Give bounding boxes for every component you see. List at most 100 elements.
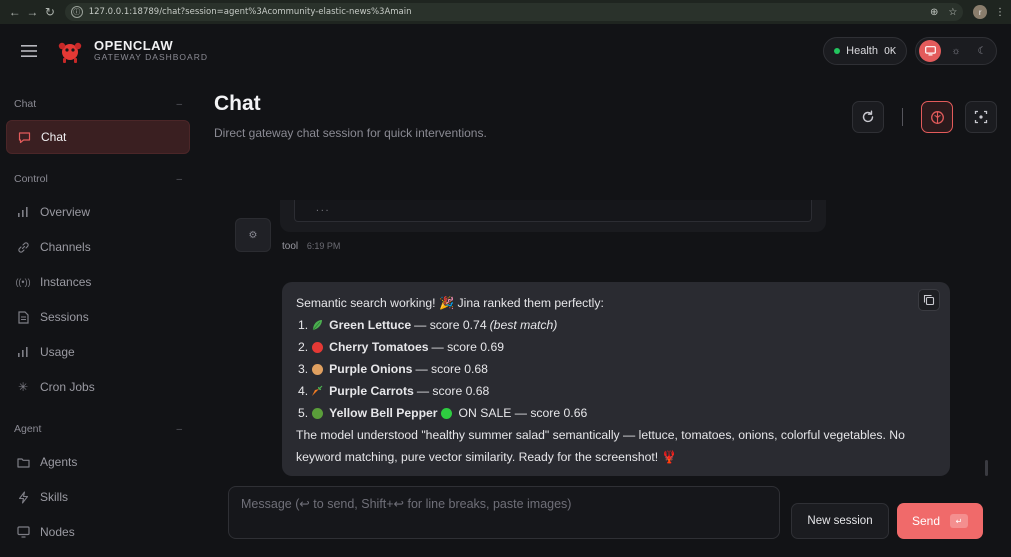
sidebar-item-skills[interactable]: Skills — [6, 480, 190, 514]
code-text: ... — [315, 204, 330, 213]
monitor-icon — [16, 525, 30, 539]
collapse-icon[interactable]: – — [176, 99, 182, 110]
health-value: OK — [883, 45, 896, 57]
tool-output-fragment: ... — [280, 200, 826, 232]
closing-text: The model understood "healthy summer sal… — [296, 428, 905, 464]
message-closing: The model understood "healthy summer sal… — [296, 424, 936, 468]
browser-toolbar: ← → ↻ ⓘ 127.0.0.1:18789/chat?session=age… — [0, 0, 1011, 24]
monitor-theme-icon[interactable] — [919, 40, 941, 62]
folder-icon — [16, 455, 30, 469]
health-status: Health OK — [823, 37, 907, 65]
sidebar-item-sessions[interactable]: Sessions — [6, 300, 190, 334]
item-number: 4. — [298, 384, 309, 398]
list-item: 1. Green Lettuce — score 0.74 (best matc… — [298, 314, 936, 336]
bar-chart-icon — [16, 205, 30, 219]
item-score: — score 0.68 — [416, 384, 490, 398]
back-icon[interactable]: ← — [6, 3, 24, 21]
gear-icon: ⚙ — [248, 229, 258, 241]
sidebar-item-usage[interactable]: Usage — [6, 335, 190, 369]
zap-icon — [16, 490, 30, 504]
sidebar-section-agent[interactable]: Agent – — [6, 419, 190, 439]
refresh-icon — [862, 110, 874, 123]
message-placeholder: Message (↩ to send, Shift+↩ for line bre… — [241, 497, 572, 511]
lettuce-icon — [311, 319, 323, 331]
radio-icon: ((•)) — [15, 277, 31, 287]
sun-theme-icon[interactable]: ☼ — [945, 40, 967, 62]
sidebar-item-cron-jobs[interactable]: ✳ Cron Jobs — [6, 370, 190, 404]
reload-icon[interactable]: ↻ — [41, 3, 59, 21]
sidebar-item-instances[interactable]: ((•)) Instances — [6, 265, 190, 299]
intro-text: Semantic search working! — [296, 296, 436, 310]
sidebar-section-control[interactable]: Control – — [6, 169, 190, 189]
brain-toggle-button[interactable] — [921, 101, 953, 133]
tomato-icon — [311, 341, 323, 353]
site-info-icon[interactable]: ⓘ — [70, 6, 83, 18]
sidebar-item-label: Agents — [40, 455, 78, 469]
profile-avatar[interactable]: r — [973, 5, 988, 19]
collapse-icon[interactable]: – — [176, 424, 182, 435]
loader-icon: ✳ — [17, 380, 29, 394]
section-label: Chat — [14, 98, 37, 110]
list-item: 2. Cherry Tomatoes — score 0.69 — [298, 336, 936, 358]
forward-icon[interactable]: → — [24, 3, 42, 21]
item-number: 1. — [298, 318, 309, 332]
item-score: ON SALE — score 0.66 — [458, 406, 588, 420]
sidebar-item-label: Usage — [40, 345, 75, 359]
assistant-message: Semantic search working! 🎉 Jina ranked t… — [282, 282, 950, 476]
browser-menu-icon[interactable]: ⋮ — [995, 7, 1005, 18]
item-number: 3. — [298, 362, 309, 376]
carrot-icon — [311, 385, 323, 397]
collapse-icon[interactable]: – — [176, 174, 182, 185]
sidebar-item-nodes[interactable]: Nodes — [6, 515, 190, 549]
sidebar-item-overview[interactable]: Overview — [6, 195, 190, 229]
address-bar[interactable]: ⓘ 127.0.0.1:18789/chat?session=agent%3Ac… — [64, 3, 964, 21]
item-score: — score 0.74 — [414, 318, 487, 332]
item-score: — score 0.69 — [431, 340, 504, 354]
theme-switcher: ☼ ☾ — [915, 37, 997, 65]
app-header: OPENCLAW GATEWAY DASHBOARD Health OK ☼ ☾ — [0, 24, 1011, 78]
focus-icon — [974, 110, 988, 124]
sidebar-section-chat[interactable]: Chat – — [6, 94, 190, 114]
focus-mode-button[interactable] — [965, 101, 997, 133]
item-note: (best match) — [489, 318, 558, 332]
zoom-icon[interactable]: ⊕ — [930, 7, 938, 18]
results-list: 1. Green Lettuce — score 0.74 (best matc… — [296, 314, 936, 424]
new-session-button[interactable]: New session — [791, 503, 889, 539]
brand: OPENCLAW GATEWAY DASHBOARD — [94, 38, 208, 63]
page-subtitle: Direct gateway chat session for quick in… — [214, 126, 487, 140]
message-input[interactable]: Message (↩ to send, Shift+↩ for line bre… — [228, 486, 780, 539]
bookmark-star-icon[interactable]: ☆ — [948, 7, 957, 18]
page-title: Chat — [214, 92, 261, 115]
sidebar-item-chat[interactable]: Chat — [6, 120, 190, 154]
message-intro: Semantic search working! 🎉 Jina ranked t… — [296, 292, 936, 314]
sidebar-item-agents[interactable]: Agents — [6, 445, 190, 479]
sidebar-item-label: Nodes — [40, 525, 75, 539]
app-subtitle: GATEWAY DASHBOARD — [94, 52, 208, 63]
refresh-button[interactable] — [852, 101, 884, 133]
list-item: 3. Purple Onions — score 0.68 — [298, 358, 936, 380]
bar-chart-icon — [16, 345, 30, 359]
app-title: OPENCLAW — [94, 38, 174, 54]
send-label: Send — [911, 514, 941, 528]
moon-theme-icon[interactable]: ☾ — [971, 40, 993, 62]
list-item: 4. Purple Carrots — score 0.68 — [298, 380, 936, 402]
brain-icon — [930, 110, 944, 124]
url-text[interactable]: 127.0.0.1:18789/chat?session=agent%3Acom… — [89, 7, 920, 17]
sidebar-item-channels[interactable]: Channels — [6, 230, 190, 264]
item-name: Green Lettuce — [329, 318, 412, 332]
tool-avatar: ⚙ — [235, 218, 271, 252]
item-score: — score 0.68 — [415, 362, 488, 376]
scrollbar-thumb[interactable] — [985, 460, 988, 476]
message-square-icon — [17, 130, 31, 144]
sidebar-item-label: Instances — [40, 275, 92, 289]
health-dot-icon — [834, 48, 841, 54]
menu-toggle-icon[interactable] — [14, 36, 44, 66]
copy-button[interactable] — [918, 289, 940, 311]
divider — [902, 108, 903, 126]
copy-icon — [923, 294, 935, 306]
link-icon — [16, 240, 30, 254]
send-button[interactable]: Send ↵ — [897, 503, 983, 539]
intro-after: Jina ranked them perfectly: — [457, 296, 604, 310]
item-name: Purple Onions — [329, 362, 413, 376]
onion-icon — [311, 363, 323, 375]
